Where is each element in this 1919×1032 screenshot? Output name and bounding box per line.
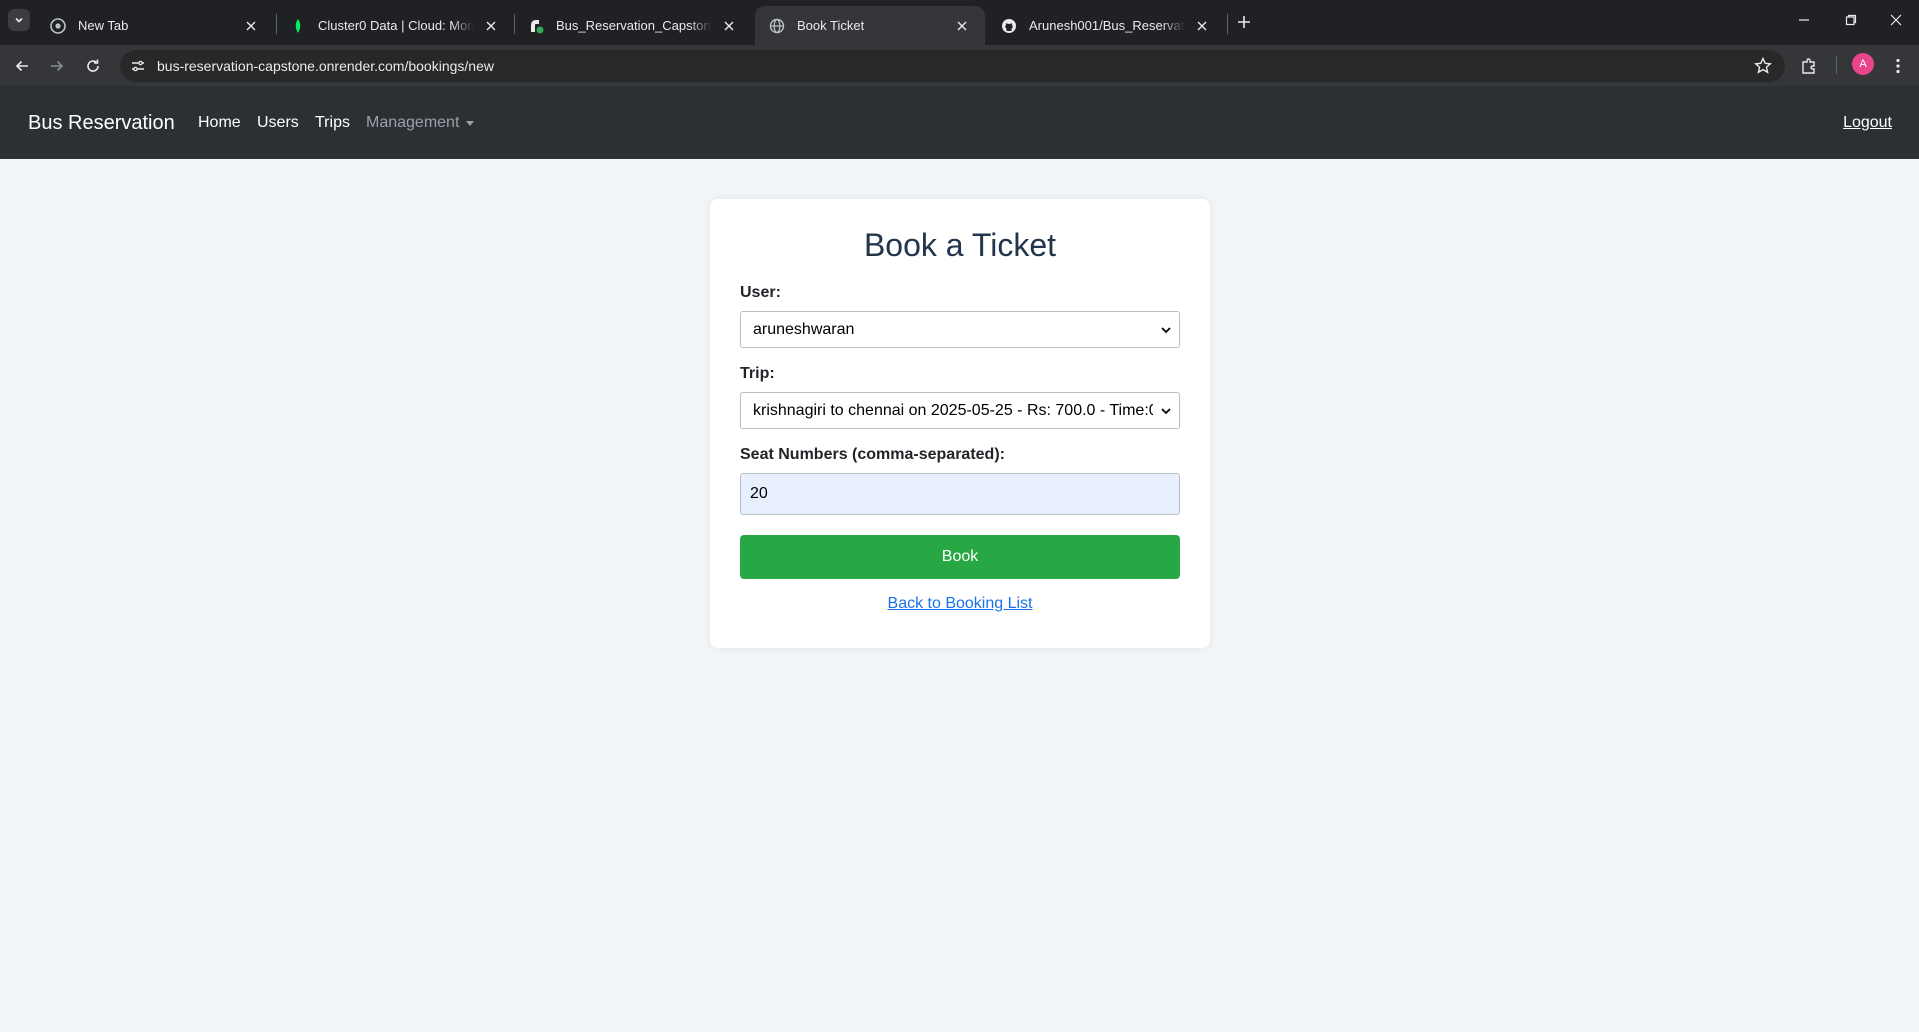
tab-new-tab[interactable]: New Tab [36, 6, 274, 45]
user-select-value: aruneshwaran [753, 320, 855, 338]
nav-link-home[interactable]: Home [198, 114, 241, 132]
tab-github[interactable]: Arunesh001/Bus_Reservation_Capstone [987, 6, 1225, 45]
tab-title: Cluster0 Data | Cloud: MongoDB Cloud [318, 18, 474, 33]
page-title: Book a Ticket [863, 227, 1057, 263]
new-tab-button[interactable] [1232, 10, 1256, 34]
tab-title: New Tab [78, 18, 129, 33]
mongodb-leaf-icon [290, 18, 306, 34]
browser-toolbar: bus-reservation-capstone.onrender.com/bo… [0, 45, 1919, 86]
globe-icon [769, 18, 785, 34]
trip-select[interactable]: krishnagiri to chennai on 2025-05-25 - R… [740, 392, 1180, 429]
site-info-icon[interactable] [130, 58, 146, 74]
book-button[interactable]: Book [740, 535, 1180, 579]
github-icon [1001, 18, 1017, 34]
trip-select-value: krishnagiri to chennai on 2025-05-25 - R… [753, 401, 1153, 419]
trip-label: Trip: [740, 365, 775, 382]
minimize-icon [1799, 19, 1809, 21]
profile-avatar[interactable]: A [1852, 53, 1874, 75]
nav-link-trips[interactable]: Trips [315, 114, 350, 132]
app-navbar: Bus Reservation Home Users Trips Managem… [0, 86, 1919, 159]
navbar-brand[interactable]: Bus Reservation [28, 112, 175, 135]
puzzle-icon [1802, 58, 1815, 74]
render-icon [528, 18, 544, 34]
minimize-button[interactable] [1784, 8, 1824, 32]
address-bar[interactable]: bus-reservation-capstone.onrender.com/bo… [120, 50, 1785, 82]
close-icon[interactable] [953, 17, 971, 35]
reload-button[interactable] [80, 53, 106, 79]
user-select[interactable]: aruneshwaran [740, 311, 1180, 348]
chrome-icon [50, 17, 66, 34]
browser-tab-strip: New Tab Cluster0 Data | Cloud: MongoDB C… [0, 0, 1919, 45]
more-vertical-icon [1896, 58, 1900, 74]
back-to-booking-list-link[interactable]: Back to Booking List [888, 595, 1033, 612]
forward-button[interactable] [44, 53, 70, 79]
seats-label: Seat Numbers (comma-separated): [740, 446, 1005, 463]
tab-render[interactable]: Bus_Reservation_Capstone · Web Service [514, 6, 752, 45]
logout-link[interactable]: Logout [1843, 114, 1892, 132]
toolbar-divider [1836, 56, 1837, 74]
tab-title: Bus_Reservation_Capstone · Web Service [556, 18, 712, 33]
close-icon [1890, 14, 1902, 26]
tab-separator [1227, 14, 1228, 34]
plus-icon [1238, 16, 1250, 28]
tab-book-ticket[interactable]: Book Ticket [755, 6, 985, 45]
caret-down-icon [466, 120, 475, 126]
user-label: User: [740, 284, 781, 301]
arrow-right-icon [51, 60, 64, 72]
close-icon[interactable] [482, 17, 500, 35]
restore-icon [1845, 14, 1857, 26]
back-link-wrapper: Back to Booking List [710, 595, 1210, 613]
close-window-button[interactable] [1876, 8, 1916, 32]
close-icon[interactable] [720, 17, 738, 35]
url-text: bus-reservation-capstone.onrender.com/bo… [157, 58, 494, 74]
tab-mongodb[interactable]: Cluster0 Data | Cloud: MongoDB Cloud [276, 6, 514, 45]
chevron-down-icon [1153, 312, 1179, 347]
booking-form-card: Book a Ticket User: aruneshwaran Trip: k… [710, 199, 1210, 648]
tab-search-button[interactable] [8, 9, 30, 31]
close-icon[interactable] [1193, 17, 1211, 35]
extensions-button[interactable] [1798, 55, 1820, 77]
nav-dropdown-management[interactable]: Management [366, 114, 475, 132]
reload-icon [87, 59, 99, 72]
tab-title: Book Ticket [797, 18, 865, 33]
browser-menu-button[interactable] [1887, 55, 1909, 77]
chevron-down-icon [1153, 393, 1179, 428]
restore-button[interactable] [1831, 8, 1871, 32]
close-icon[interactable] [242, 17, 260, 35]
bookmark-star-icon[interactable] [1753, 56, 1773, 76]
nav-dropdown-label: Management [366, 114, 460, 131]
tab-title: Arunesh001/Bus_Reservation_Capstone [1029, 18, 1185, 33]
back-button[interactable] [9, 53, 35, 79]
nav-link-users[interactable]: Users [257, 114, 299, 132]
seat-numbers-input[interactable]: 20 [740, 473, 1180, 515]
chevron-down-icon [15, 17, 23, 23]
arrow-left-icon [15, 60, 28, 72]
